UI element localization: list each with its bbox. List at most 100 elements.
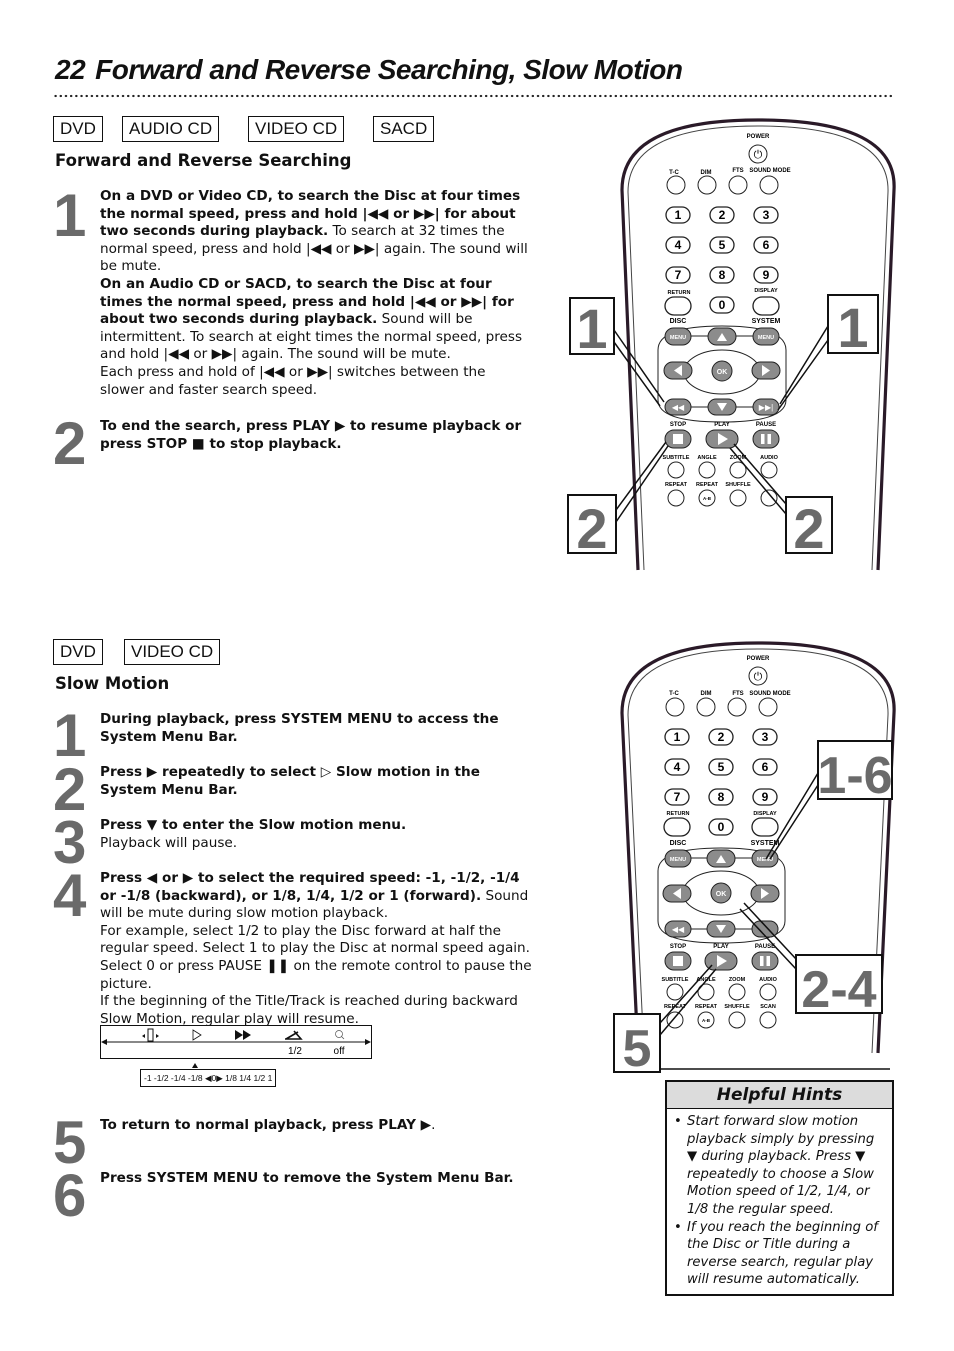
tc-button[interactable] bbox=[666, 175, 686, 195]
step-paragraph: For example, select 1/2 to play the Disc… bbox=[100, 922, 532, 992]
button-label: T-C bbox=[669, 691, 679, 697]
play-label: PLAY bbox=[713, 944, 728, 950]
return-button[interactable] bbox=[664, 296, 692, 316]
digit-keys: 1 2 3 4 5 6 7 8 9 RETURN DISPLAY 0 bbox=[663, 728, 779, 837]
repeat-button[interactable] bbox=[666, 1011, 684, 1029]
subtitle-button[interactable] bbox=[666, 983, 684, 1001]
step-bold-text: During playback, press SYSTEM MENU to ac… bbox=[100, 711, 499, 745]
digit-label: 9 bbox=[763, 268, 770, 282]
play-label: PLAY bbox=[714, 422, 729, 428]
callout-number: 2-4 bbox=[801, 961, 876, 1019]
disc-tag-dvd: DVD bbox=[53, 116, 103, 142]
subtitle-button[interactable] bbox=[667, 461, 685, 479]
digit-label: 9 bbox=[762, 790, 769, 804]
digit-label: 5 bbox=[718, 760, 725, 774]
step-paragraph: To end the search, press PLAY ▶ to resum… bbox=[100, 418, 535, 453]
callout-number: 2 bbox=[793, 497, 824, 560]
button-label: DIM bbox=[701, 691, 712, 697]
stop-icon bbox=[673, 434, 683, 444]
step-6-slow-text: Press SYSTEM MENU to remove the System M… bbox=[100, 1170, 530, 1188]
scan-button[interactable] bbox=[759, 1011, 777, 1029]
repeat-button[interactable] bbox=[667, 489, 685, 507]
audio-button[interactable] bbox=[760, 461, 778, 479]
step-paragraph: On an Audio CD or SACD, to search the Di… bbox=[100, 276, 532, 364]
angle-button[interactable] bbox=[698, 461, 716, 479]
digit-label: 4 bbox=[674, 760, 681, 774]
power-label: POWER bbox=[747, 134, 770, 140]
button-label: SUBTITLE bbox=[662, 977, 689, 983]
step-bold-text: Press SYSTEM MENU to remove the System M… bbox=[100, 1170, 514, 1186]
audio-button[interactable] bbox=[759, 983, 777, 1001]
callout-number: 5 bbox=[623, 1020, 652, 1073]
digit-label: 2 bbox=[719, 208, 726, 222]
step-bold-text: To return to normal playback, press PLAY… bbox=[100, 1117, 432, 1133]
button-label: SCAN bbox=[760, 1004, 776, 1010]
rewind-icon: ◀◀ bbox=[672, 925, 685, 934]
button-label: AUDIO bbox=[760, 455, 778, 461]
angle-icon bbox=[285, 1030, 303, 1040]
digit-label: 5 bbox=[719, 238, 726, 252]
button-label: REPEAT bbox=[665, 482, 688, 488]
bottom-keys: SUBTITLE ANGLE ZOOM AUDIO REPEAT REPEAT … bbox=[663, 455, 779, 507]
sound-mode-button[interactable] bbox=[759, 175, 779, 195]
ab-label: A-B bbox=[702, 1018, 711, 1023]
step-3-slow-text: Press ▼ to enter the Slow motion menu. P… bbox=[100, 817, 530, 852]
navigation-cluster: DISC SYSTEM MENU MENU OK ◀◀ ▶▶| bbox=[657, 318, 787, 423]
remote-illustration-search: POWER ⏻ T-C DIM FTS SOUND MODE 1 2 3 4 5… bbox=[567, 118, 896, 571]
section-heading-slow-motion: Slow Motion bbox=[55, 674, 170, 693]
shuffle-button[interactable] bbox=[728, 1011, 746, 1029]
pause-button[interactable] bbox=[752, 429, 780, 449]
slow-motion-icon bbox=[192, 1029, 202, 1041]
dim-button[interactable] bbox=[696, 697, 716, 717]
callout-1-6: 1-6 bbox=[765, 740, 893, 860]
button-label: REPEAT bbox=[696, 482, 719, 488]
shuffle-button[interactable] bbox=[729, 489, 747, 507]
step-icon bbox=[142, 1028, 159, 1042]
digit-label: 6 bbox=[762, 760, 769, 774]
display-label: DISPLAY bbox=[754, 288, 778, 294]
sound-mode-button[interactable] bbox=[758, 697, 778, 717]
fts-button[interactable] bbox=[728, 175, 748, 195]
system-menu-bar: 1/2 off bbox=[100, 1025, 372, 1059]
button-label: SUBTITLE bbox=[663, 455, 690, 461]
digit-label: 6 bbox=[763, 238, 770, 252]
transport-row: STOP PLAY PAUSE bbox=[664, 944, 779, 971]
section-heading-search: Forward and Reverse Searching bbox=[55, 151, 352, 170]
disc-tag-dvd: DVD bbox=[53, 639, 103, 665]
disc-tag-video-cd: VIDEO CD bbox=[248, 116, 345, 142]
menu-label: MENU bbox=[670, 335, 686, 341]
callout-number: 1-6 bbox=[817, 747, 892, 805]
digit-label: 1 bbox=[675, 208, 682, 222]
disc-label: DISC bbox=[670, 840, 687, 847]
dim-button[interactable] bbox=[697, 175, 717, 195]
button-label: ANGLE bbox=[697, 455, 717, 461]
tc-button[interactable] bbox=[665, 697, 685, 717]
step-5-slow-text: To return to normal playback, press PLAY… bbox=[100, 1117, 530, 1135]
hints-list: Start forward slow motion playback simpl… bbox=[667, 1113, 892, 1289]
button-label: DIM bbox=[701, 170, 712, 176]
button-label: REPEAT bbox=[695, 1004, 718, 1010]
display-button[interactable] bbox=[752, 296, 780, 316]
button-label: FTS bbox=[732, 168, 743, 174]
pause-label: PAUSE bbox=[756, 422, 776, 428]
display-button[interactable] bbox=[751, 817, 779, 837]
step-bold-text: To end the search, press PLAY ▶ to resum… bbox=[100, 418, 522, 452]
return-button[interactable] bbox=[663, 817, 691, 837]
zoom-value: off bbox=[334, 1046, 345, 1057]
pause-button[interactable] bbox=[751, 951, 779, 971]
dotted-divider bbox=[53, 94, 893, 98]
digit-label: 4 bbox=[675, 238, 682, 252]
scan-button[interactable] bbox=[760, 489, 778, 507]
callout-1-left: 1 bbox=[569, 297, 665, 407]
page-heading: Forward and Reverse Searching, Slow Moti… bbox=[95, 54, 683, 85]
digit-label: 7 bbox=[674, 790, 681, 804]
disc-label: DISC bbox=[670, 318, 687, 325]
ok-label: OK bbox=[716, 891, 727, 898]
menu-bar-graphic: 1/2 off bbox=[101, 1028, 371, 1057]
fts-button[interactable] bbox=[727, 697, 747, 717]
digit-label: 0 bbox=[718, 820, 725, 834]
zoom-button[interactable] bbox=[728, 983, 746, 1001]
top-row: T-C DIM FTS SOUND MODE bbox=[666, 168, 791, 195]
hint-item: If you reach the beginning of the Disc o… bbox=[674, 1219, 888, 1289]
step-number: 1 bbox=[53, 182, 86, 249]
